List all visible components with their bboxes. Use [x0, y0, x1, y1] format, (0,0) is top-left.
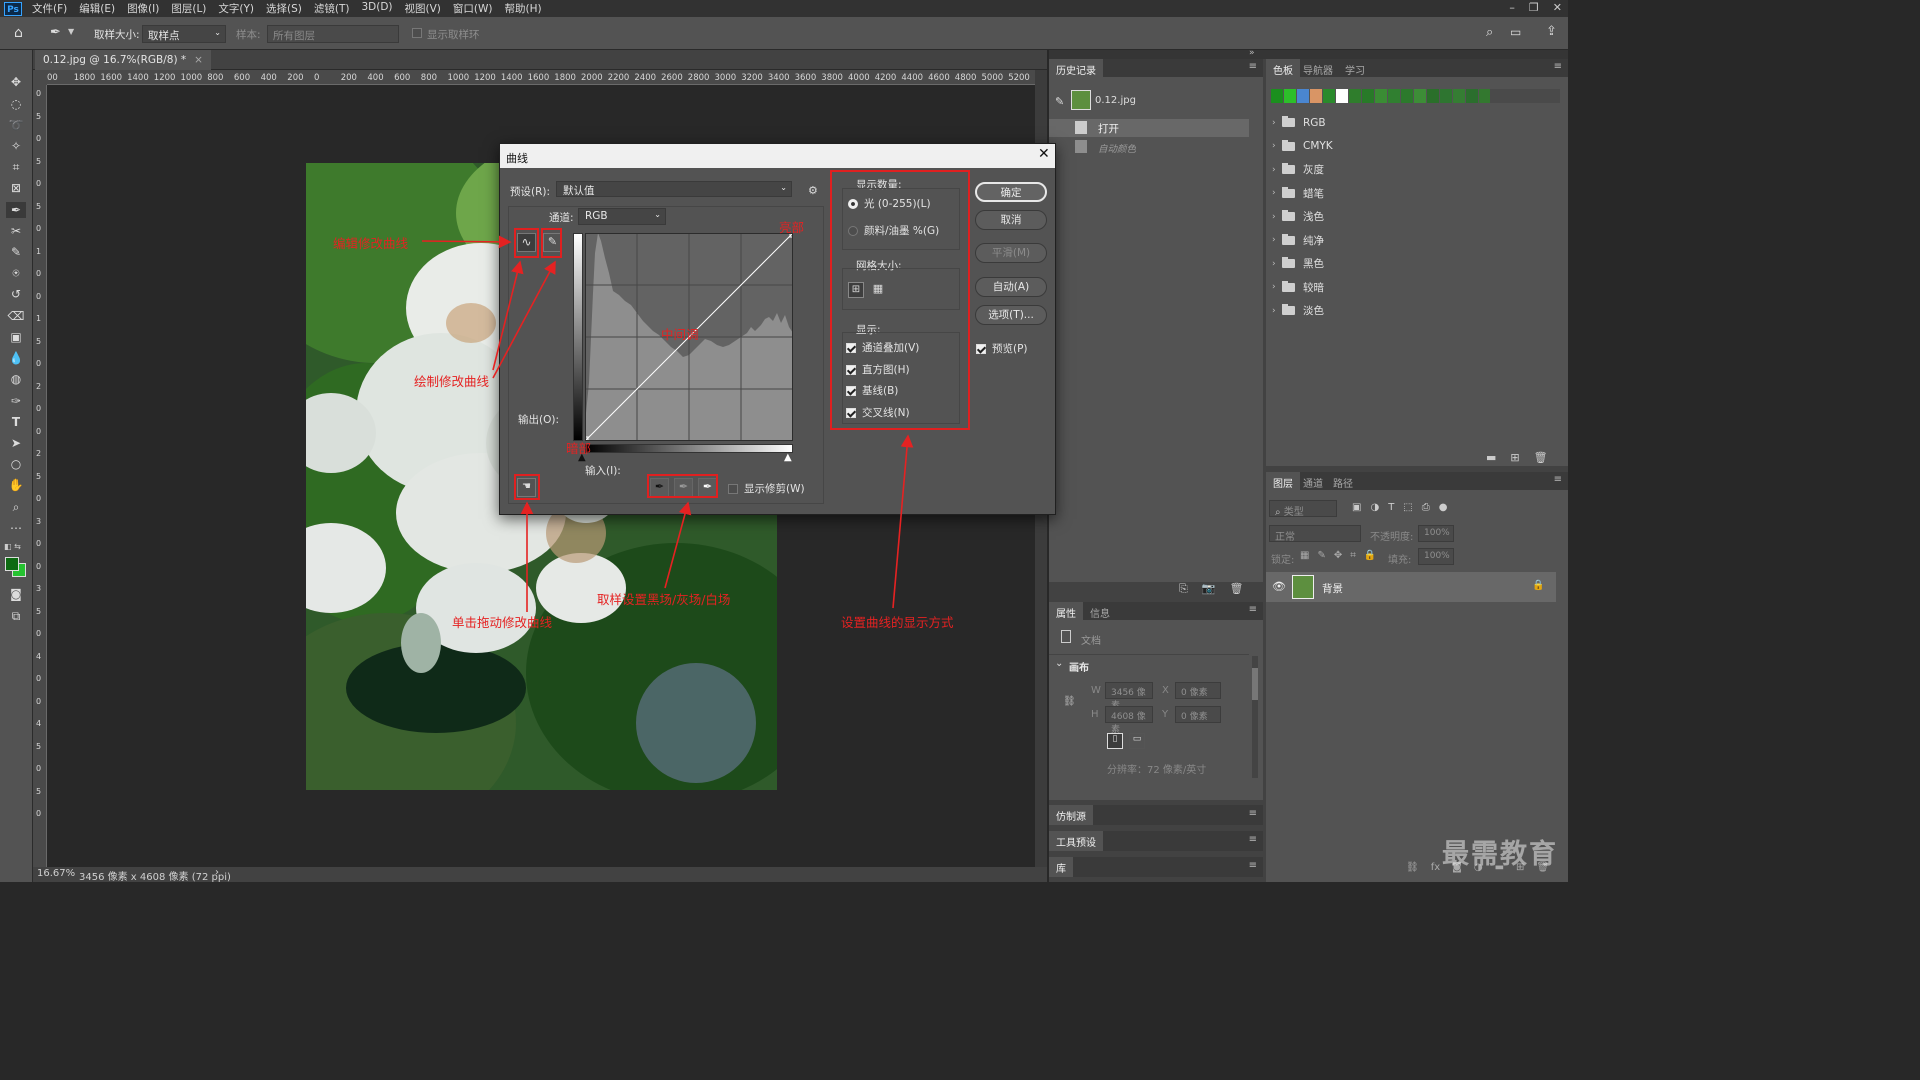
- annotation-drag-curve: 单击拖动修改曲线: [452, 615, 553, 630]
- watermark: 最需教育: [1442, 839, 1558, 870]
- annotation-shadows: 暗部: [566, 441, 592, 456]
- annotation-display-mode: 设置曲线的显示方式: [841, 615, 954, 630]
- annotation-midtones: 中间调: [661, 327, 699, 342]
- annotation-draw-curve: 绘制修改曲线: [414, 374, 490, 389]
- annotation-highlights: 亮部: [779, 220, 805, 235]
- annotation-eyedroppers: 取样设置黑场/灰场/白场: [597, 592, 731, 607]
- annotation-edit-curve: 编辑修改曲线: [333, 236, 409, 251]
- annotation-arrows: [421, 235, 914, 612]
